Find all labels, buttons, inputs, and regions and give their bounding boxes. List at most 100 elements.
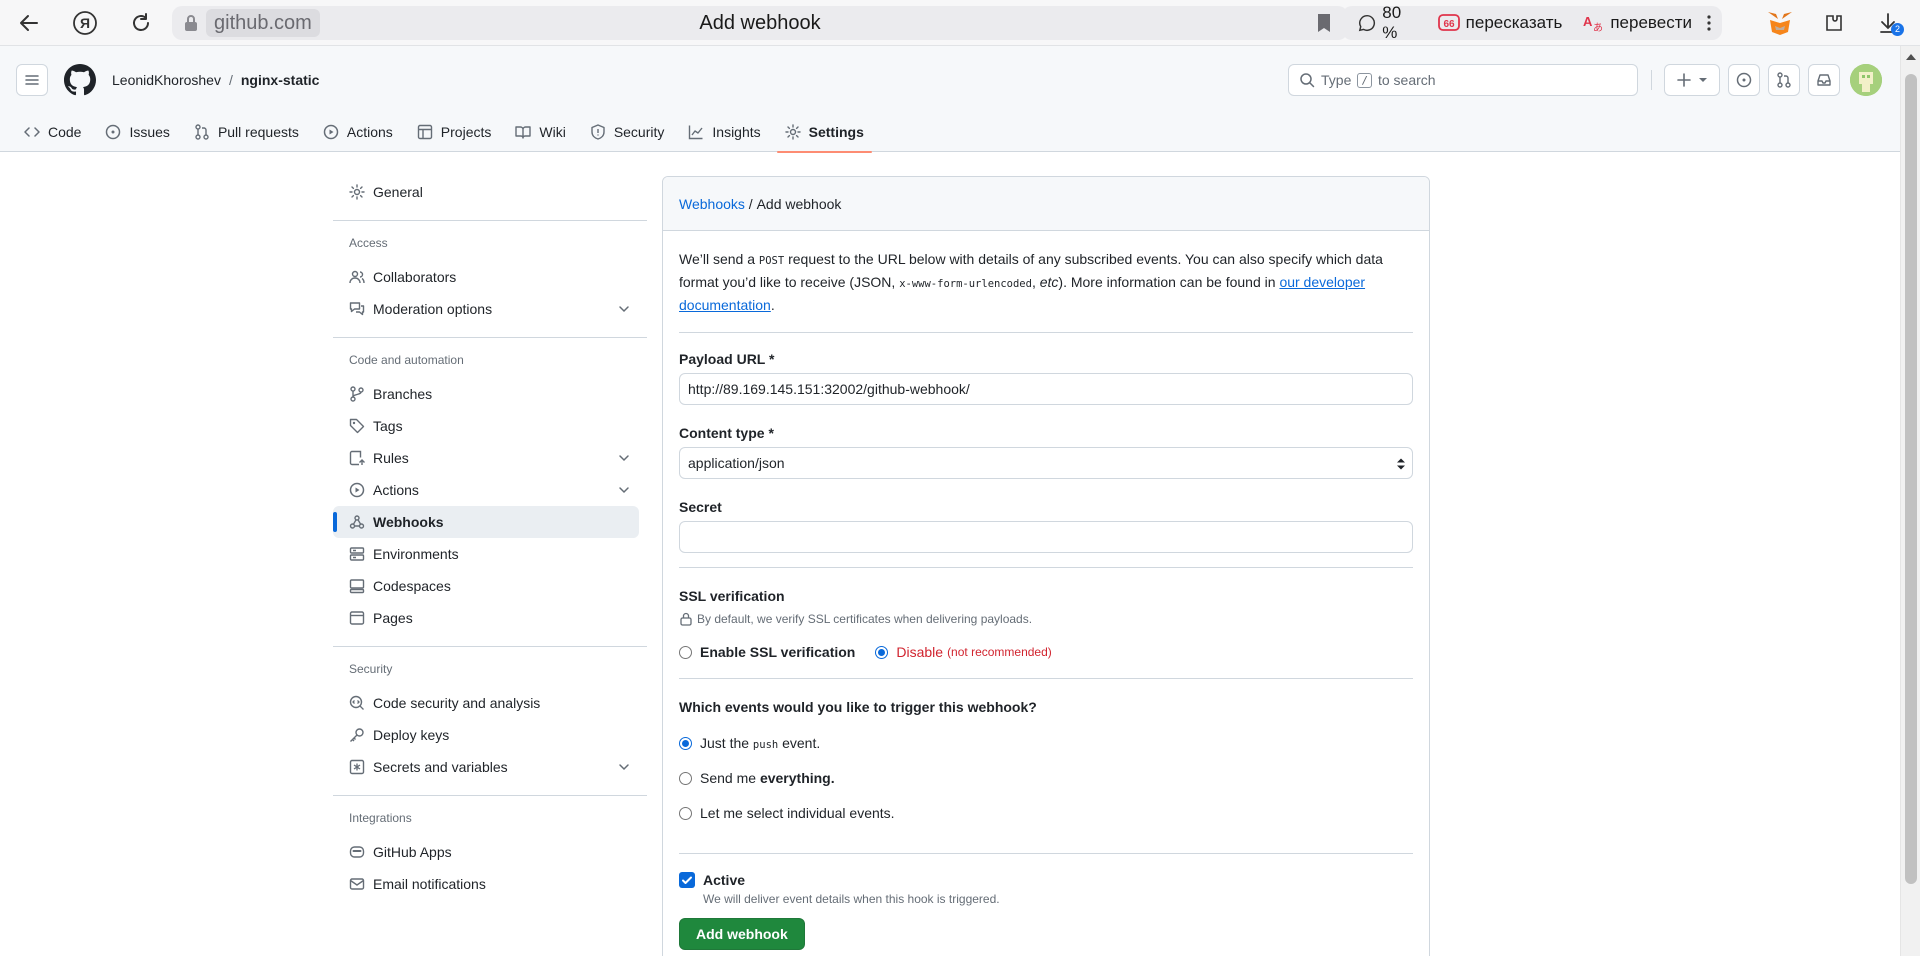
graph-icon xyxy=(689,125,703,140)
sidebar-item-rules[interactable]: Rules xyxy=(333,442,639,474)
sidebar-group-title: Access xyxy=(349,236,388,250)
search-input[interactable]: Type / to search xyxy=(1288,64,1638,96)
sidebar-item-secrets[interactable]: Secrets and variables xyxy=(333,751,639,783)
translate-button[interactable]: Aあ перевести xyxy=(1572,6,1702,40)
tab-pull-requests[interactable]: Pull requests xyxy=(186,112,307,152)
hubot-icon xyxy=(349,846,365,858)
address-domain[interactable]: github.com xyxy=(206,9,320,37)
events-label: Which events would you like to trigger t… xyxy=(679,699,1037,715)
codescan-icon xyxy=(349,695,364,710)
zoom-button[interactable]: 80 % xyxy=(1348,3,1428,42)
summarize-label: пересказать xyxy=(1465,13,1563,32)
ssl-disable-radio[interactable] xyxy=(875,645,889,659)
tab-security[interactable]: Security xyxy=(582,112,673,152)
owner-link[interactable]: LeonidKhoroshev xyxy=(112,72,221,88)
tab-wiki-label: Wiki xyxy=(539,124,566,140)
address-bar[interactable]: github.com Add webhook xyxy=(172,6,1348,40)
ssl-enable-option[interactable]: Enable SSL verification xyxy=(679,644,855,660)
back-arrow-icon[interactable] xyxy=(14,8,44,38)
avatar[interactable] xyxy=(1850,64,1882,96)
sidebar-item-pages[interactable]: Pages xyxy=(333,602,639,634)
ssl-note-text: By default, we verify SSL certificates w… xyxy=(697,612,1033,626)
more-menu-icon[interactable] xyxy=(1702,6,1716,40)
scroll-up-icon[interactable] xyxy=(1906,54,1916,60)
issues-button[interactable] xyxy=(1728,64,1760,96)
yandex-logo-icon[interactable]: Я xyxy=(70,8,100,38)
tab-insights[interactable]: Insights xyxy=(680,112,768,152)
page-scrollbar[interactable] xyxy=(1900,46,1920,956)
payload-url-label: Payload URL * xyxy=(679,351,775,367)
event-select-radio[interactable] xyxy=(679,806,692,820)
secret-input[interactable] xyxy=(679,521,1413,553)
intro-part: We’ll send a xyxy=(679,251,759,267)
intro-text: We’ll send a POST request to the URL bel… xyxy=(679,231,1413,333)
repo-link[interactable]: nginx-static xyxy=(241,72,320,88)
sidebar-item-moderation[interactable]: Moderation options xyxy=(333,293,639,325)
event-everything-option[interactable]: Send me everything. xyxy=(679,770,1413,786)
sidebar-item-tags[interactable]: Tags xyxy=(333,410,639,442)
sidebar-item-collaborators[interactable]: Collaborators xyxy=(333,261,639,293)
tab-issues[interactable]: Issues xyxy=(97,112,177,152)
reload-icon[interactable] xyxy=(126,8,156,38)
sidebar-item-branches[interactable]: Branches xyxy=(333,378,639,410)
add-webhook-button[interactable]: Add webhook xyxy=(679,918,805,950)
github-logo-icon[interactable] xyxy=(64,64,96,96)
git-pull-request-icon xyxy=(195,124,209,140)
sidebar-group-title: Security xyxy=(349,662,393,676)
webhooks-link[interactable]: Webhooks xyxy=(679,196,745,212)
sidebar-item-actions[interactable]: Actions xyxy=(333,474,639,506)
repo-push-icon xyxy=(349,450,365,466)
create-new-button[interactable] xyxy=(1664,64,1720,96)
downloads-icon[interactable]: 2 xyxy=(1872,8,1904,38)
gear-icon xyxy=(349,184,365,200)
bookmark-icon[interactable] xyxy=(1316,13,1332,33)
tab-code[interactable]: Code xyxy=(16,112,89,152)
scroll-thumb[interactable] xyxy=(1905,74,1917,884)
menu-button[interactable] xyxy=(16,64,48,96)
event-select-option[interactable]: Let me select individual events. xyxy=(679,805,1413,821)
extensions-icon[interactable] xyxy=(1818,8,1850,38)
sidebar-item-codespaces[interactable]: Codespaces xyxy=(333,570,639,602)
tab-pull-requests-label: Pull requests xyxy=(217,124,299,140)
sidebar-item-github-apps[interactable]: GitHub Apps xyxy=(333,836,639,868)
event-everything-radio[interactable] xyxy=(679,771,692,785)
pull-requests-button[interactable] xyxy=(1768,64,1800,96)
sidebar-item-deploy-keys[interactable]: Deploy keys xyxy=(333,719,639,751)
active-option[interactable]: Active xyxy=(679,872,1413,888)
event-push-text: event. xyxy=(778,735,821,751)
git-branch-icon xyxy=(350,386,364,402)
sidebar-group-title: Integrations xyxy=(349,811,412,825)
tab-actions[interactable]: Actions xyxy=(315,112,401,152)
tab-settings[interactable]: Settings xyxy=(776,112,873,153)
content-type-select[interactable]: application/json xyxy=(679,447,1413,479)
add-webhook-form: Webhooks / Add webhook We’ll send a POST… xyxy=(662,176,1430,956)
event-push-option[interactable]: Just the push event. xyxy=(679,735,1413,751)
issue-opened-icon xyxy=(1736,72,1752,88)
caret-down-icon xyxy=(1699,78,1707,82)
repo-nav: Code Issues Pull requests Actions Projec… xyxy=(16,112,880,153)
sidebar-item-environments[interactable]: Environments xyxy=(333,538,639,570)
hamburger-icon xyxy=(25,75,39,85)
book-icon xyxy=(515,126,532,139)
tab-wiki[interactable]: Wiki xyxy=(507,112,573,152)
intro-part: ). More information can be found in xyxy=(1058,274,1280,290)
event-push-radio[interactable] xyxy=(679,736,692,750)
sidebar-item-label: Deploy keys xyxy=(373,727,450,743)
ssl-enable-radio[interactable] xyxy=(679,645,692,659)
summarize-button[interactable]: 66 пересказать xyxy=(1428,6,1573,40)
payload-url-input[interactable]: http://89.169.145.151:32002/github-webho… xyxy=(679,373,1413,405)
tab-projects[interactable]: Projects xyxy=(409,112,500,152)
sidebar-item-label: Branches xyxy=(373,386,433,402)
inbox-icon xyxy=(1817,74,1831,86)
ssl-options: Enable SSL verification Disable (not rec… xyxy=(679,644,1413,660)
sidebar-item-general[interactable]: General xyxy=(333,176,639,208)
sidebar-item-webhooks[interactable]: Webhooks xyxy=(333,506,639,538)
inbox-button[interactable] xyxy=(1808,64,1840,96)
ssl-disable-option[interactable]: Disable (not recommended) xyxy=(875,644,1052,660)
sidebar-item-email-notifications[interactable]: Email notifications xyxy=(333,868,639,900)
header-divider xyxy=(1651,70,1652,90)
metamask-fox-icon[interactable] xyxy=(1764,8,1796,38)
sidebar-item-code-security[interactable]: Code security and analysis xyxy=(333,687,639,719)
active-checkbox[interactable] xyxy=(679,872,695,888)
divider xyxy=(679,678,1413,679)
